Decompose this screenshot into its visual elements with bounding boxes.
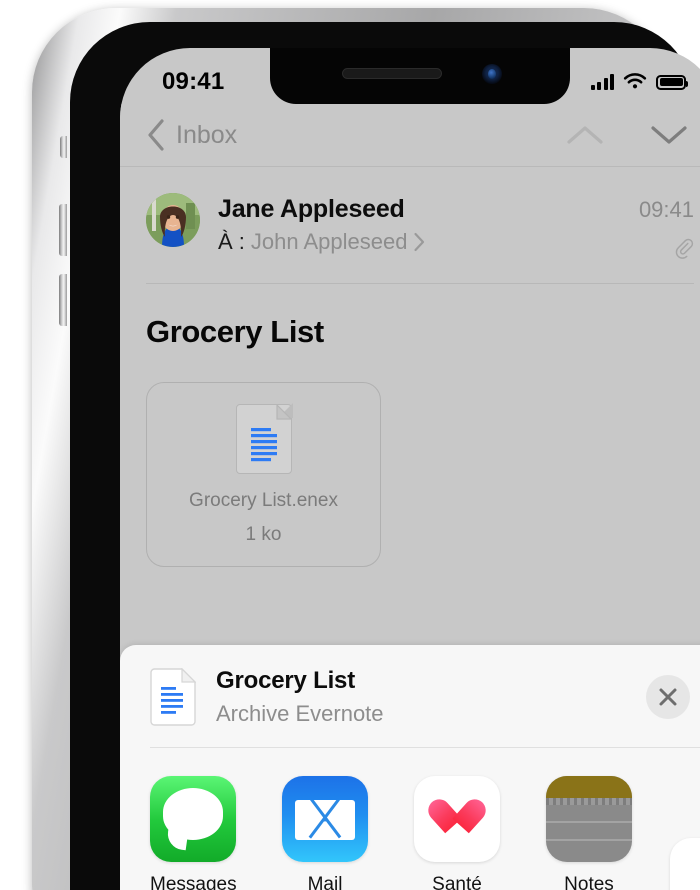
notch bbox=[270, 48, 570, 104]
message-header: Jane Appleseed À : John Appleseed 09:41 bbox=[146, 167, 694, 283]
document-icon bbox=[150, 667, 197, 726]
attachment-tile[interactable]: Grocery List.enex 1 ko bbox=[146, 382, 381, 567]
phone-screen: 09:41 Inbox Jane Appleseed À: John Appl… bbox=[120, 48, 700, 890]
share-app-messages[interactable]: Messages bbox=[150, 776, 237, 890]
status-time: 09:41 bbox=[162, 68, 225, 95]
share-app-label: Messages bbox=[150, 874, 237, 890]
avatar bbox=[146, 193, 200, 247]
recipient-name: John Appleseed bbox=[250, 229, 408, 254]
share-app-mail[interactable]: Mail bbox=[282, 776, 368, 890]
share-app-label: Notes bbox=[564, 874, 614, 890]
share-app-sante[interactable]: Santé bbox=[414, 776, 500, 890]
close-icon bbox=[659, 688, 677, 706]
attachment-size: 1 ko bbox=[245, 523, 282, 545]
inbox-label: Inbox bbox=[176, 120, 238, 149]
phone-frame: 09:41 Inbox Jane Appleseed À: John Appl… bbox=[32, 8, 700, 890]
recipient-row[interactable]: À : John Appleseed bbox=[218, 229, 639, 255]
close-button[interactable] bbox=[646, 675, 690, 719]
chevron-down-icon[interactable] bbox=[650, 124, 688, 146]
wifi-icon bbox=[623, 73, 647, 89]
phone-bezel: 09:41 Inbox Jane Appleseed À: John Appl… bbox=[70, 22, 700, 890]
status-indicators bbox=[590, 73, 688, 91]
share-app-partial-icon[interactable] bbox=[670, 838, 700, 890]
sender-name: Jane Appleseed bbox=[218, 195, 405, 223]
share-app-notes[interactable]: Notes bbox=[546, 776, 632, 890]
paperclip-icon bbox=[675, 238, 694, 259]
health-app-icon bbox=[414, 776, 500, 862]
chevron-up-icon[interactable] bbox=[566, 124, 604, 146]
share-app-label: Santé bbox=[432, 874, 482, 890]
document-icon bbox=[235, 402, 293, 474]
message-time: 09:41 bbox=[638, 197, 694, 222]
recipient-prefix-label: À : bbox=[218, 229, 245, 254]
battery-full-icon bbox=[656, 74, 688, 90]
cellular-bars-icon bbox=[590, 74, 614, 90]
message-meta: 09:41 bbox=[639, 193, 694, 261]
share-sheet-header: Grocery List Archive Evernote bbox=[120, 645, 700, 747]
message-body: Jane Appleseed À : John Appleseed 09:41 bbox=[120, 167, 700, 645]
message-subject: Grocery List bbox=[146, 314, 324, 349]
share-sheet: Grocery List Archive Evernote Messages M… bbox=[120, 645, 700, 890]
speaker-grille-icon bbox=[342, 68, 442, 79]
message-navigation-controls bbox=[566, 124, 688, 146]
mail-app-icon bbox=[282, 776, 368, 862]
sender-details: Jane Appleseed À : John Appleseed bbox=[218, 193, 639, 255]
screenshot-root: 09:41 Inbox Jane Appleseed À: John Appl… bbox=[0, 0, 700, 890]
chevron-right-icon bbox=[414, 232, 425, 252]
volume-up-button[interactable] bbox=[59, 204, 67, 256]
volume-down-button[interactable] bbox=[59, 274, 67, 326]
share-app-list: Messages Mail Santé Notes bbox=[120, 748, 700, 890]
share-sheet-titles: Grocery List Archive Evernote bbox=[216, 667, 646, 727]
share-sheet-title: Grocery List bbox=[216, 667, 355, 694]
notes-app-icon bbox=[546, 776, 632, 862]
back-to-inbox-button[interactable]: Inbox bbox=[146, 118, 237, 152]
messages-app-icon bbox=[150, 776, 236, 862]
mail-navigation-bar: Inbox bbox=[120, 104, 700, 166]
attachment-filename: Grocery List.enex bbox=[189, 489, 338, 511]
share-app-label: Mail bbox=[307, 874, 343, 890]
front-camera-icon bbox=[482, 64, 502, 84]
silent-switch[interactable] bbox=[60, 136, 67, 158]
chevron-left-icon bbox=[148, 119, 164, 151]
share-sheet-subtitle: Archive Evernote bbox=[216, 701, 384, 726]
